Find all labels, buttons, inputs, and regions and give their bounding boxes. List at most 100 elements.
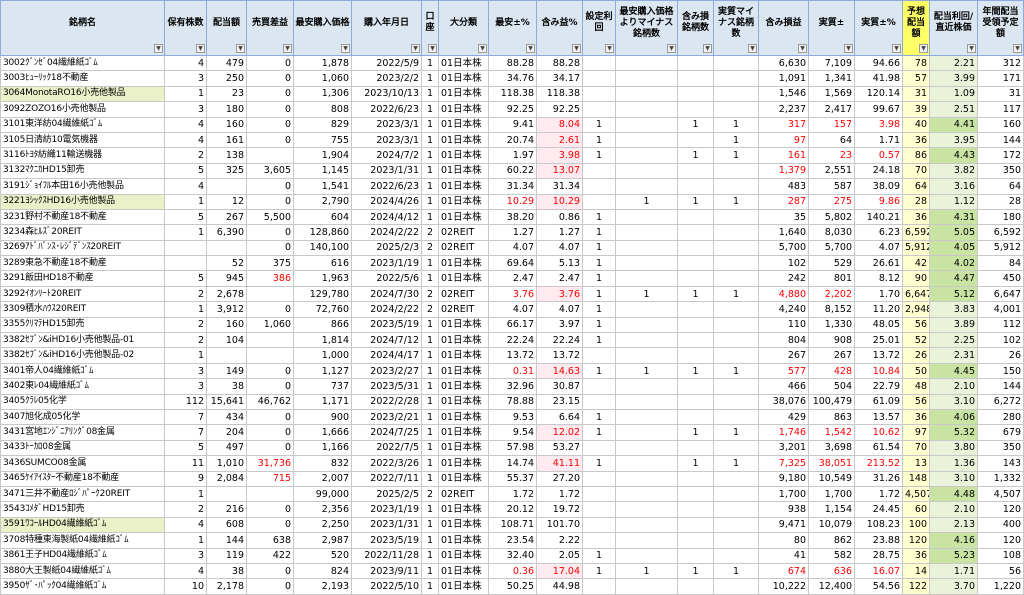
table-cell[interactable]: 01日本株 <box>438 362 489 380</box>
table-cell[interactable]: 1.70 <box>854 285 903 303</box>
table-cell[interactable]: 582 <box>808 547 855 564</box>
table-cell[interactable]: 3543ｺﾒﾀﾞHD15卸売 <box>0 501 165 518</box>
table-row[interactable]: 3407旭化成05化学 7 434 0 900 2023/2/21 1 01日本株 9.53 6.… <box>0 408 1024 426</box>
table-cell[interactable]: 41.98 <box>854 70 903 87</box>
table-cell[interactable]: 1 <box>582 316 616 334</box>
table-cell[interactable]: 3221ﾖｼｯｸｽHD16小売他製品 <box>0 193 165 210</box>
table-row[interactable]: 3382ｾﾌﾞﾝ&iHD16小売他製品-01 2 104 1,814 2024/7/12… <box>0 332 1024 349</box>
table-cell[interactable] <box>677 131 714 149</box>
table-cell[interactable]: 2.25 <box>929 332 978 349</box>
table-cell[interactable]: 8.04 <box>536 116 583 133</box>
table-cell[interactable]: 64 <box>977 178 1024 195</box>
table-cell[interactable] <box>246 347 294 364</box>
table-cell[interactable] <box>677 70 714 87</box>
filter-dropdown-icon[interactable]: ▼ <box>478 44 487 53</box>
table-cell[interactable]: 1 <box>421 270 439 287</box>
table-cell[interactable]: 2023/5/19 <box>351 532 422 549</box>
table-cell[interactable]: 157 <box>808 116 855 133</box>
table-row[interactable]: 3708特種東海製紙04繊維紙ｺﾞﾑ 1 144 638 2,987 2023/5/19 1… <box>0 532 1024 549</box>
table-cell[interactable]: 0 <box>246 70 294 87</box>
table-cell[interactable]: 5.05 <box>929 224 978 241</box>
table-cell[interactable]: 01日本株 <box>438 408 489 426</box>
table-cell[interactable]: 119 <box>206 547 247 564</box>
table-cell[interactable]: 2023/1/19 <box>351 501 422 518</box>
table-cell[interactable]: 5 <box>164 162 207 180</box>
table-cell[interactable]: 53.27 <box>536 439 583 457</box>
table-cell[interactable]: 23.15 <box>536 393 583 410</box>
table-cell[interactable]: 50.25 <box>488 578 537 595</box>
table-cell[interactable]: 1 <box>421 562 439 580</box>
table-cell[interactable]: 1 <box>421 147 439 164</box>
table-cell[interactable]: 3405ｸﾗﾚ05化学 <box>0 393 165 410</box>
table-cell[interactable]: 2 <box>164 501 207 518</box>
table-cell[interactable]: 0 <box>246 301 294 318</box>
table-cell[interactable]: 3 <box>164 378 207 395</box>
table-cell[interactable]: 0 <box>246 239 294 257</box>
table-row[interactable]: 3950ｻﾞ･ﾊﾟｯｸ04繊維紙ｺﾞﾑ 10 2,178 0 2,193 2022/5/1… <box>0 578 1024 595</box>
table-cell[interactable]: 1.12 <box>929 193 978 210</box>
filter-dropdown-icon[interactable]: ▼ <box>154 44 163 53</box>
table-cell[interactable]: 4 <box>164 178 207 195</box>
table-cell[interactable]: 1 <box>582 116 616 133</box>
table-cell[interactable]: 1 <box>713 362 759 380</box>
table-cell[interactable]: 608 <box>206 516 247 534</box>
table-cell[interactable]: 1 <box>421 378 439 395</box>
table-cell[interactable]: 2,356 <box>293 501 352 518</box>
table-cell[interactable]: 70 <box>902 439 930 457</box>
table-cell[interactable]: 1,091 <box>758 70 809 87</box>
table-row[interactable]: 3433ﾄｰｶﾛ08金属 5 497 0 1,166 2022/7/5 1 01日本株 57.9… <box>0 439 1024 457</box>
table-cell[interactable] <box>713 85 759 103</box>
table-cell[interactable]: 3 <box>164 362 207 380</box>
table-cell[interactable]: 945 <box>206 270 247 287</box>
table-row[interactable]: 3234森ﾋﾙｽﾞ20REIT 1 6,390 0 128,860 2024/2/22 2 0… <box>0 224 1024 241</box>
table-cell[interactable]: 72,760 <box>293 301 352 318</box>
table-cell[interactable]: 2023/9/11 <box>351 562 422 580</box>
table-cell[interactable]: 99,000 <box>293 485 352 503</box>
table-cell[interactable]: 450 <box>977 270 1024 287</box>
table-cell[interactable]: 31 <box>902 85 930 103</box>
table-cell[interactable] <box>713 470 759 487</box>
table-row[interactable]: 3092ZOZO16小売他製品 3 180 0 808 2022/6/23 1 01日本株 92… <box>0 101 1024 118</box>
table-cell[interactable]: 144 <box>206 532 247 549</box>
table-cell[interactable]: 4.07 <box>854 239 903 257</box>
table-cell[interactable]: 2022/2/28 <box>351 393 422 410</box>
table-cell[interactable]: 2,193 <box>293 578 352 595</box>
table-cell[interactable] <box>677 501 714 518</box>
table-cell[interactable]: 2024/7/12 <box>351 332 422 349</box>
table-cell[interactable]: 5.12 <box>929 285 978 303</box>
table-cell[interactable]: 88.28 <box>536 54 583 72</box>
table-cell[interactable]: 3 <box>164 547 207 564</box>
table-cell[interactable]: 3950ｻﾞ･ﾊﾟｯｸ04繊維紙ｺﾞﾑ <box>0 578 165 595</box>
table-cell[interactable] <box>615 485 678 503</box>
table-cell[interactable]: 2022/5/9 <box>351 54 422 72</box>
table-cell[interactable]: 1 <box>421 255 439 272</box>
table-cell[interactable] <box>582 70 616 87</box>
table-cell[interactable]: 1,814 <box>293 332 352 349</box>
table-cell[interactable]: 3.76 <box>488 285 537 303</box>
table-cell[interactable]: 829 <box>293 116 352 133</box>
table-row[interactable]: 3101東洋紡04繊維紙ｺﾞﾑ 4 160 0 829 2023/3/1 1 01日本株 9.4… <box>0 116 1024 133</box>
table-cell[interactable]: 2.47 <box>488 270 537 287</box>
table-cell[interactable] <box>615 578 678 595</box>
table-cell[interactable]: 1,010 <box>206 455 247 472</box>
table-cell[interactable]: 3436SUMCO08金属 <box>0 455 165 472</box>
table-cell[interactable]: 140,100 <box>293 239 352 257</box>
table-cell[interactable]: 2,790 <box>293 193 352 210</box>
table-cell[interactable]: 1.72 <box>536 485 583 503</box>
table-cell[interactable]: 35 <box>758 208 809 226</box>
table-cell[interactable]: 22.79 <box>854 378 903 395</box>
table-cell[interactable]: 01日本株 <box>438 54 489 72</box>
table-cell[interactable] <box>615 532 678 549</box>
table-cell[interactable]: 3234森ﾋﾙｽﾞ20REIT <box>0 224 165 241</box>
table-cell[interactable]: 1 <box>582 408 616 426</box>
table-cell[interactable] <box>713 501 759 518</box>
table-cell[interactable]: 6,272 <box>977 393 1024 410</box>
table-cell[interactable]: 267 <box>758 347 809 364</box>
table-cell[interactable]: 1,666 <box>293 424 352 441</box>
table-cell[interactable]: 1 <box>164 532 207 549</box>
table-cell[interactable]: 2 <box>164 316 207 334</box>
table-cell[interactable] <box>582 85 616 103</box>
table-cell[interactable]: 172 <box>977 147 1024 164</box>
table-cell[interactable]: 180 <box>206 101 247 118</box>
table-cell[interactable]: 1 <box>421 393 439 410</box>
